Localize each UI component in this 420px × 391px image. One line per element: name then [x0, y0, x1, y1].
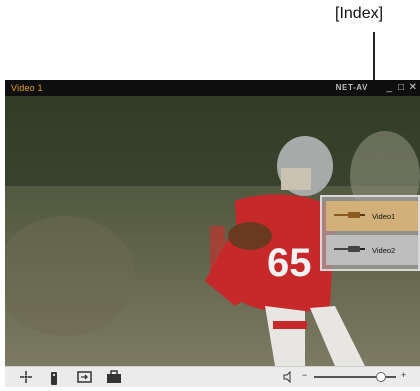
index-item-label: Video2: [372, 245, 396, 255]
window-title: Video 1: [11, 83, 43, 93]
close-button[interactable]: ✕: [409, 81, 417, 95]
volume-slider-thumb[interactable]: [375, 372, 386, 382]
speaker-icon[interactable]: [283, 370, 295, 388]
title-bar[interactable]: Video 1 NET-AV _ □ ✕: [5, 80, 420, 96]
fit-screen-icon[interactable]: [19, 370, 33, 389]
maximize-button[interactable]: □: [398, 81, 404, 95]
index-item-label: Video1: [372, 211, 396, 221]
volume-plus-label: +: [401, 370, 407, 380]
cable-plug-icon: [334, 245, 366, 255]
svg-text:65: 65: [267, 241, 312, 285]
index-panel: Video1 Video2: [320, 195, 420, 271]
volume-minus-label: −: [302, 370, 308, 380]
minimize-button[interactable]: _: [386, 81, 392, 95]
cable-plug-icon: [334, 211, 366, 221]
input-switch-icon[interactable]: [77, 370, 93, 389]
index-item-video1[interactable]: Video1: [326, 201, 418, 231]
toolbox-icon[interactable]: [106, 370, 122, 389]
remote-control-icon[interactable]: [49, 370, 59, 391]
index-callout-label: [Index]: [335, 5, 384, 22]
index-item-video2[interactable]: Video2: [326, 235, 418, 265]
brand-logo: NET-AV: [335, 83, 368, 92]
control-bar: − +: [5, 366, 420, 387]
